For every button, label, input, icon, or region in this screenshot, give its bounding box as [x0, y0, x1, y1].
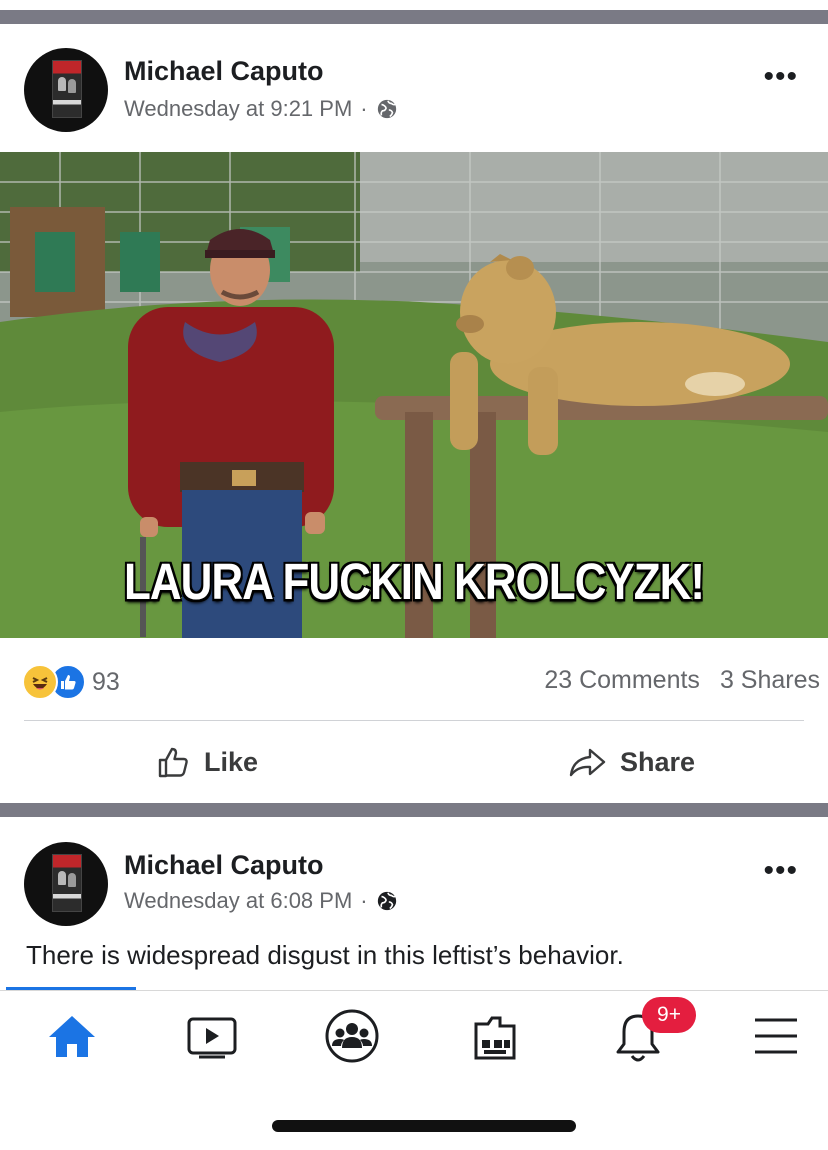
post-header: Michael Caputo Wednesday at 9:21 PM · ••… — [0, 40, 828, 140]
haha-reaction-icon — [22, 664, 58, 700]
meta-dot: · — [360, 96, 368, 121]
home-indicator[interactable] — [272, 1120, 576, 1132]
post-author[interactable]: Michael Caputo — [124, 56, 324, 87]
post-meta: Wednesday at 6:08 PM · — [124, 888, 398, 914]
more-options-icon[interactable]: ••• — [763, 62, 798, 92]
post-author[interactable]: Michael Caputo — [124, 850, 324, 881]
post-header: Michael Caputo Wednesday at 6:08 PM · ••… — [0, 834, 828, 934]
marketplace-icon[interactable] — [466, 1006, 526, 1066]
groups-icon[interactable] — [322, 1006, 382, 1066]
like-button-label: Like — [204, 746, 259, 777]
post-meta: Wednesday at 9:21 PM · — [124, 96, 398, 122]
share-button-label: Share — [620, 746, 696, 777]
nav-border — [0, 990, 828, 991]
engagement-counts: 23 Comments 3 Shares — [544, 666, 820, 695]
book-cover-image — [52, 60, 82, 118]
globe-icon — [377, 891, 396, 911]
post-divider — [24, 720, 804, 721]
shares-count[interactable]: 3 Shares — [720, 666, 820, 695]
thumbs-up-icon — [158, 747, 188, 778]
share-button[interactable]: Share — [568, 744, 695, 780]
home-icon[interactable] — [42, 1006, 102, 1066]
meta-dot: · — [360, 888, 368, 913]
watch-icon[interactable] — [182, 1006, 242, 1066]
menu-icon[interactable] — [746, 1006, 806, 1066]
avatar[interactable] — [24, 842, 108, 926]
more-options-icon[interactable]: ••• — [763, 856, 798, 886]
post-action-bar: Like Share — [0, 736, 828, 792]
like-button[interactable]: Like — [156, 744, 258, 780]
notification-badge: 9+ — [642, 997, 696, 1033]
globe-icon — [377, 99, 396, 119]
share-arrow-icon — [569, 748, 606, 777]
book-cover-image — [52, 854, 82, 912]
post-timestamp[interactable]: Wednesday at 9:21 PM — [124, 96, 352, 122]
reactions-summary[interactable]: 93 — [22, 664, 120, 700]
avatar[interactable] — [24, 48, 108, 132]
feed-separator — [0, 803, 828, 817]
feed-separator — [0, 10, 828, 24]
post-text: There is widespread disgust in this left… — [26, 940, 624, 970]
post-timestamp[interactable]: Wednesday at 6:08 PM — [124, 888, 352, 914]
reaction-count: 93 — [92, 667, 120, 696]
image-caption: LAURA FUCKIN KROLCYZK! — [123, 554, 705, 611]
comments-count[interactable]: 23 Comments — [544, 666, 700, 695]
